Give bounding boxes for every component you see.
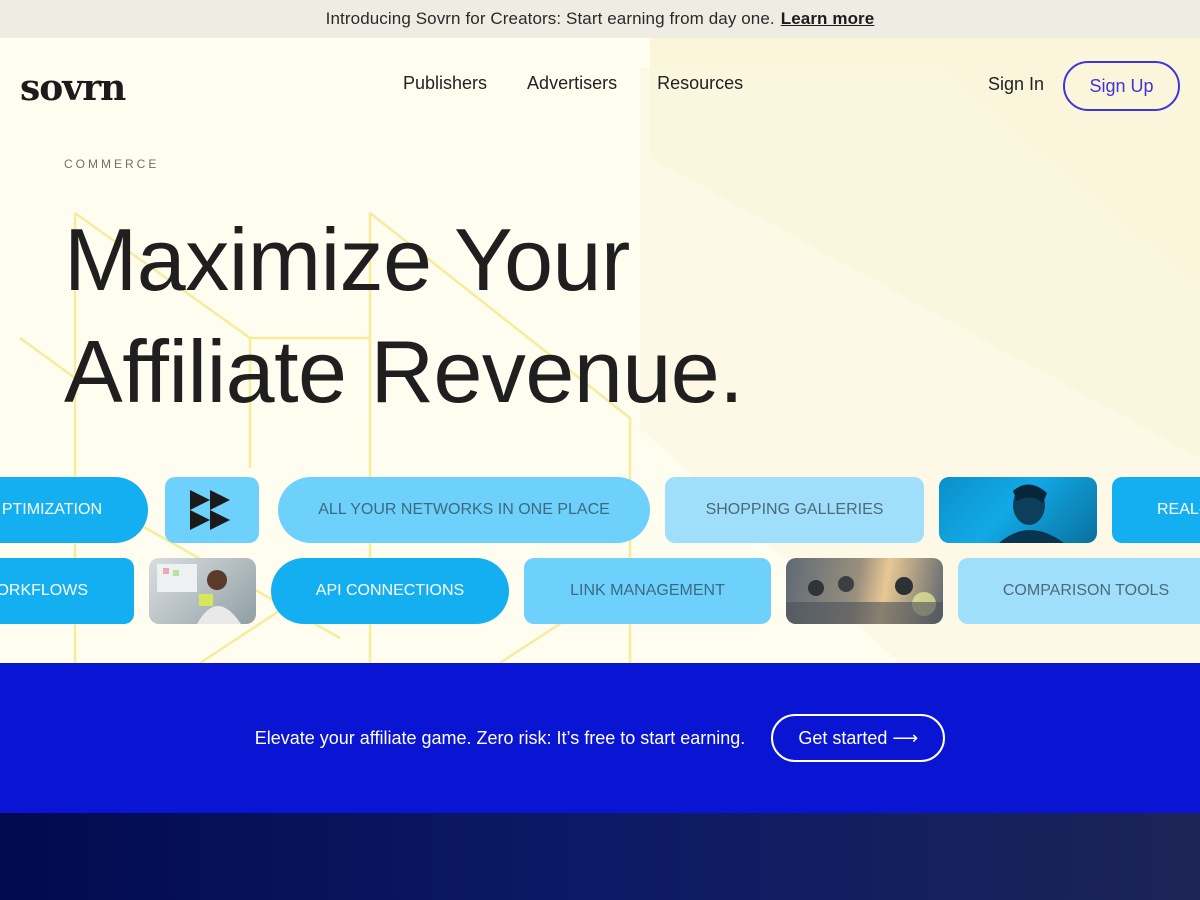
- sign-in-link[interactable]: Sign In: [988, 74, 1044, 95]
- cta-text: Elevate your affiliate game. Zero risk: …: [254, 727, 746, 748]
- get-started-button[interactable]: Get started ⟶: [771, 714, 946, 762]
- person-photo-thumbnail: [939, 477, 1097, 543]
- sign-up-button[interactable]: Sign Up: [1063, 61, 1180, 111]
- learn-more-link[interactable]: Learn more: [781, 9, 875, 29]
- bottom-section: [0, 813, 1200, 900]
- headline-line-1: Maximize Your: [64, 210, 630, 309]
- pill-real: REAL-: [1112, 477, 1200, 543]
- meeting-photo-thumbnail: [786, 558, 943, 624]
- announcement-bar: Introducing Sovrn for Creators: Start ea…: [0, 0, 1200, 38]
- nav-advertisers[interactable]: Advertisers: [527, 73, 617, 94]
- headline-line-2: Affiliate Revenue.: [64, 322, 744, 421]
- pill-comparison-tools: COMPARISON TOOLS: [958, 558, 1200, 624]
- announcement-text: Introducing Sovrn for Creators: Start ea…: [325, 9, 775, 28]
- pill-networks: ALL YOUR NETWORKS IN ONE PLACE: [278, 477, 650, 543]
- pill-shopping-galleries: SHOPPING GALLERIES: [665, 477, 924, 543]
- cta-band: Elevate your affiliate game. Zero risk: …: [0, 663, 1200, 813]
- pill-link-management: LINK MANAGEMENT: [524, 558, 771, 624]
- nav-resources[interactable]: Resources: [657, 73, 743, 94]
- hero-eyebrow: COMMERCE: [64, 157, 160, 171]
- pill-optimization: PTIMIZATION: [0, 477, 148, 543]
- nav-publishers[interactable]: Publishers: [403, 73, 487, 94]
- main-nav: Publishers Advertisers Resources: [403, 73, 743, 94]
- office-photo-thumbnail: [149, 558, 256, 624]
- pill-workflows: ORKFLOWS: [0, 558, 134, 624]
- sovrn-chevrons-icon: [165, 477, 259, 543]
- pill-api-connections: API CONNECTIONS: [271, 558, 509, 624]
- hero-headline: Maximize Your Affiliate Revenue.: [64, 204, 744, 428]
- sovrn-logo[interactable]: sovrn: [20, 70, 126, 106]
